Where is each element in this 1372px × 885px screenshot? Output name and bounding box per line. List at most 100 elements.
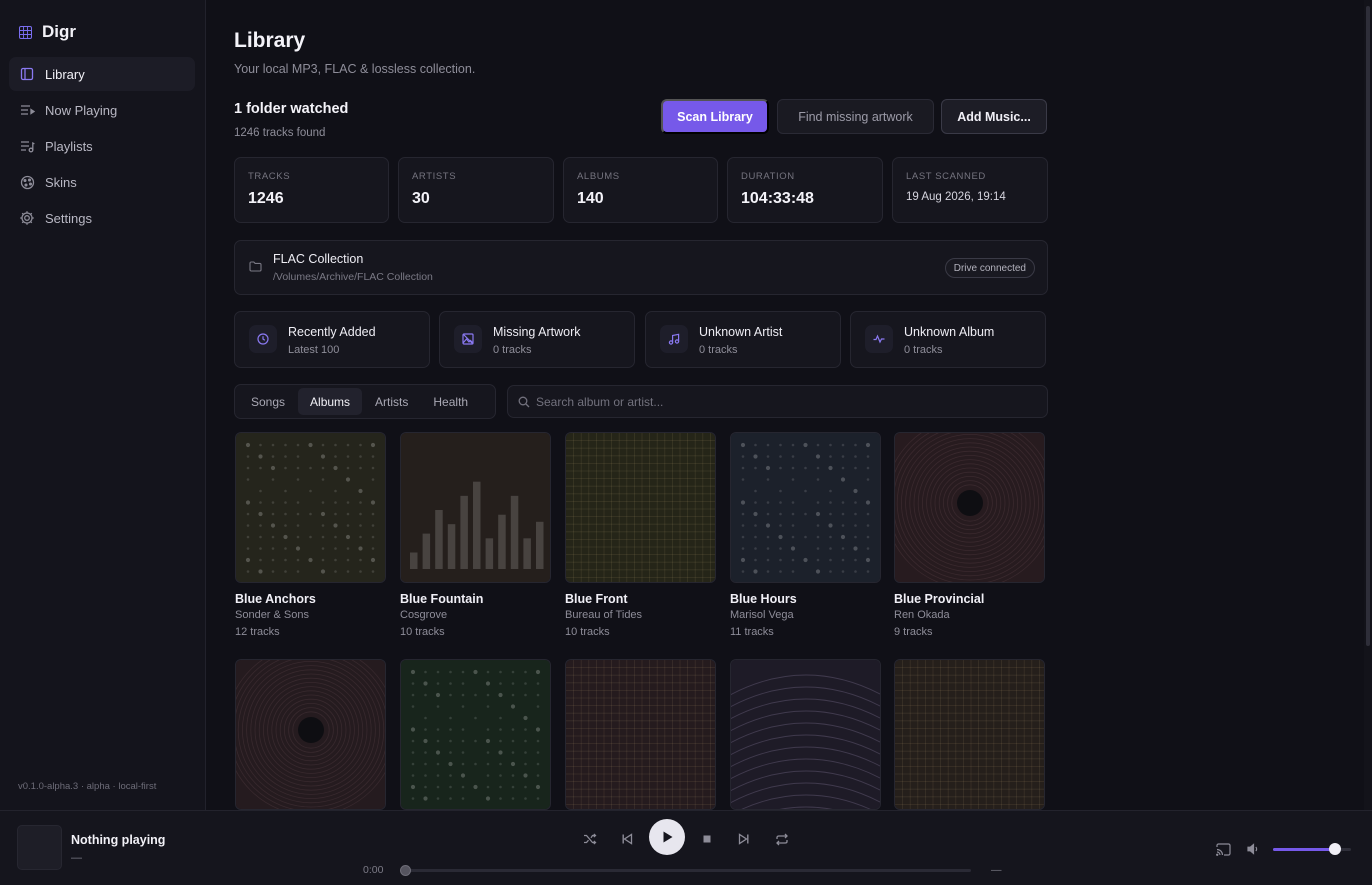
volume-icon [1246,843,1260,855]
stat-albums: Albums 140 [563,157,718,223]
album-title: Blue Anchors [235,592,316,606]
album-card[interactable] [400,659,552,810]
album-card[interactable]: Blue Anchors Sonder & Sons 12 tracks [235,432,387,638]
play-icon [660,830,674,844]
previous-button[interactable] [617,829,637,849]
cast-icon [1215,842,1231,856]
tab-health[interactable]: Health [421,388,480,415]
brand: Digr [19,22,76,42]
version-label: v0.1.0-alpha.3 · alpha · local-first [18,781,157,792]
skip-back-icon [621,833,633,845]
smart-list-subtitle: 0 tracks [699,344,738,356]
sidebar-item-label: Settings [45,210,92,226]
progress-knob[interactable] [400,865,411,876]
album-artwork [730,432,881,583]
album-artwork [235,659,386,810]
cast-button[interactable] [1213,839,1233,859]
sidebar-item-label: Library [45,66,85,82]
stat-last-scanned: Last scanned 19 Aug 2026, 19:14 [892,157,1048,223]
album-track-count: 10 tracks [400,626,445,638]
next-button[interactable] [734,829,754,849]
album-artwork [894,432,1045,583]
search-icon [518,396,530,408]
play-button[interactable] [649,819,685,855]
find-missing-artwork-button[interactable]: Find missing artwork [777,99,934,134]
palette-icon [19,174,35,190]
smart-list-title: Unknown Album [904,325,995,339]
stat-value: 104:33:48 [741,190,814,207]
page-title: Library [234,29,306,52]
album-track-count: 10 tracks [565,626,610,638]
folder-path: /Volumes/Archive/FLAC Collection [273,271,433,283]
smart-list-unknown-album[interactable]: Unknown Album 0 tracks [850,311,1046,368]
volume-fill [1273,848,1336,851]
stop-button[interactable] [697,829,717,849]
tab-songs[interactable]: Songs [239,388,297,415]
app-name: Digr [42,22,76,41]
scrollbar[interactable] [1364,0,1372,810]
sidebar-item-label: Now Playing [45,102,118,118]
stat-value: 30 [412,190,430,207]
sidebar-item-settings[interactable]: Settings [9,201,195,235]
watched-folder-card[interactable]: FLAC Collection /Volumes/Archive/FLAC Co… [234,240,1048,295]
smart-list-recently-added[interactable]: Recently Added Latest 100 [234,311,430,368]
album-artwork [400,432,551,583]
playlist-icon [19,138,35,154]
smart-list-title: Missing Artwork [493,325,581,339]
now-playing-cover [17,825,62,870]
album-card[interactable] [894,659,1046,810]
album-card[interactable]: Blue Hours Marisol Vega 11 tracks [730,432,882,638]
volume-slider[interactable] [1273,843,1351,855]
scan-library-button[interactable]: Scan Library [661,99,769,134]
album-card[interactable] [730,659,882,810]
album-artist: Bureau of Tides [565,609,643,621]
progress-slider[interactable] [400,865,971,876]
stat-label: Artists [412,171,457,182]
smart-list-unknown-artist[interactable]: Unknown Artist 0 tracks [645,311,841,368]
album-artist: Marisol Vega [730,609,794,621]
clock-icon [249,325,277,353]
album-card[interactable]: Blue Front Bureau of Tides 10 tracks [565,432,717,638]
sidebar-item-library[interactable]: Library [9,57,195,91]
scrollbar-thumb[interactable] [1366,6,1370,646]
folders-watched-title: 1 folder watched [234,101,349,117]
stop-icon [702,834,712,844]
album-card[interactable] [565,659,717,810]
album-artwork [235,432,386,583]
search-input[interactable] [536,386,1036,417]
search-box [507,385,1048,418]
album-artwork [400,659,551,810]
logo-grid-icon [19,25,32,39]
album-title: Blue Hours [730,592,797,606]
album-artist: Sonder & Sons [235,609,309,621]
pulse-icon [865,325,893,353]
gear-icon [19,210,35,226]
stat-artists: Artists 30 [398,157,554,223]
album-card[interactable] [235,659,387,810]
album-title: Blue Provincial [894,592,985,606]
shuffle-button[interactable] [580,829,600,849]
volume-knob[interactable] [1329,843,1342,855]
repeat-icon [775,833,789,846]
sidebar-nav: Library Now Playing Playlists Skins Sett… [9,57,195,237]
skip-forward-icon [738,833,750,845]
smart-list-missing-artwork[interactable]: Missing Artwork 0 tracks [439,311,635,368]
stat-label: Albums [577,171,620,182]
tracks-found-label: 1246 tracks found [234,127,326,139]
sidebar-item-skins[interactable]: Skins [9,165,195,199]
album-card[interactable]: Blue Provincial Ren Okada 9 tracks [894,432,1046,638]
repeat-button[interactable] [772,829,792,849]
add-music-button[interactable]: Add Music... [941,99,1047,134]
tab-artists[interactable]: Artists [363,388,420,415]
stat-label: Last scanned [906,171,986,182]
album-card[interactable]: Blue Fountain Cosgrove 10 tracks [400,432,552,638]
smart-list-title: Recently Added [288,325,376,339]
now-playing-icon [19,102,35,118]
sidebar-item-now-playing[interactable]: Now Playing [9,93,195,127]
sidebar-item-playlists[interactable]: Playlists [9,129,195,163]
mute-button[interactable] [1243,839,1263,859]
smart-list-title: Unknown Artist [699,325,783,339]
now-playing-artist: — [71,852,82,864]
tab-albums[interactable]: Albums [298,388,363,415]
stat-value: 19 Aug 2026, 19:14 [906,191,1006,203]
